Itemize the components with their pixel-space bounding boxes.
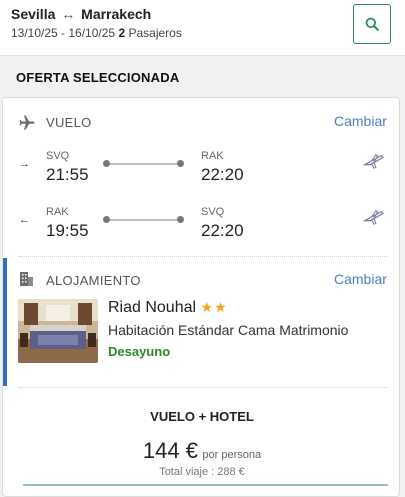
date-range: 13/10/25 - 16/10/25 [11, 26, 116, 40]
flight-label: VUELO [46, 115, 92, 130]
building-icon [20, 272, 33, 286]
hotel-name-text: Riad Nouhal [108, 299, 197, 316]
search-button[interactable] [353, 4, 391, 44]
route-title: Sevilla ↔ Marrakech [11, 6, 151, 22]
airline-logo-icon [363, 210, 385, 225]
hotel-name[interactable]: Riad Nouhal ★★ [108, 299, 228, 317]
swap-arrow-icon: ↔ [61, 6, 76, 22]
selected-offer-title: OFERTA SELECCIONADA [16, 70, 180, 85]
outbound-start-dot [103, 160, 110, 167]
star-rating: ★★ [200, 299, 228, 315]
inbound-destination-code: SVQ [201, 206, 225, 218]
outbound-destination-code: RAK [201, 150, 224, 162]
trip-dates: 13/10/25 - 16/10/25 2 Pasajeros [11, 26, 182, 40]
package-title: VUELO + HOTEL [150, 409, 254, 424]
total-price: Total viaje : 288 € [159, 466, 245, 478]
room-type: Habitación Estándar Cama Matrimonio [108, 322, 349, 338]
divider [19, 387, 387, 388]
board-type: Desayuno [108, 344, 171, 359]
outbound-departure-time: 21:55 [46, 165, 89, 184]
inbound-departure-time: 19:55 [46, 221, 89, 240]
airline-logo-icon [363, 154, 385, 169]
outbound-end-dot [177, 160, 184, 167]
price-unit: por persona [202, 449, 262, 461]
change-hotel-link[interactable]: Cambiar [334, 271, 387, 287]
inbound-arrival-time: 22:20 [201, 221, 244, 240]
hotel-photo[interactable] [18, 299, 98, 363]
inbound-arrow-icon: ← [19, 214, 30, 226]
inbound-track [106, 219, 181, 221]
change-flight-link[interactable]: Cambiar [334, 113, 387, 129]
outbound-origin-code: SVQ [46, 150, 70, 162]
destination-city: Marrakech [81, 6, 152, 22]
plane-icon [19, 115, 35, 130]
passenger-count: 2 [118, 26, 126, 40]
origin-city: Sevilla [11, 6, 56, 22]
inbound-end-dot [177, 216, 184, 223]
selected-accent-bar [3, 258, 7, 386]
outbound-track [106, 163, 181, 165]
outbound-arrival-time: 22:20 [201, 165, 244, 184]
inbound-start-dot [103, 216, 110, 223]
accommodation-label: ALOJAMIENTO [46, 273, 141, 288]
inbound-origin-code: RAK [46, 206, 69, 218]
outbound-arrow-icon: → [19, 158, 30, 170]
book-button-edge[interactable] [23, 484, 388, 486]
search-summary-header: Sevilla ↔ Marrakech 13/10/25 - 16/10/25 … [0, 0, 405, 56]
passenger-label: Pasajeros [128, 26, 182, 40]
price-per-person: 144 € por persona [3, 438, 399, 464]
offer-card: VUELO Cambiar → SVQ 21:55 RAK 22:20 ← RA… [2, 97, 400, 497]
price-amount: 144 € [142, 438, 198, 463]
divider [19, 256, 387, 257]
search-icon [365, 17, 379, 31]
